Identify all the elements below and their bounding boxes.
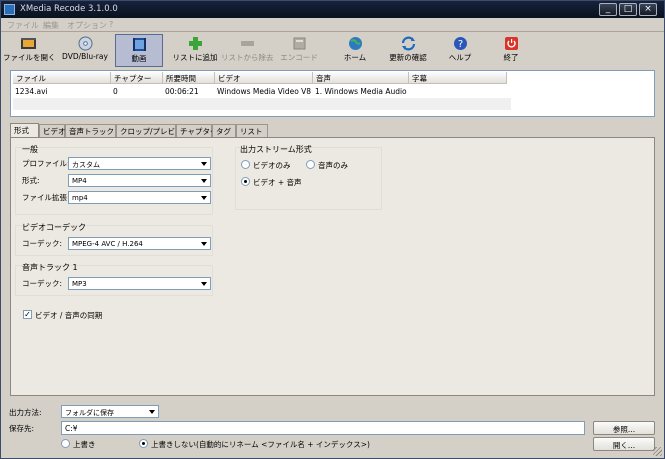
format-panel: 一般 プロファイル: カスタム 形式: MP4 ファイル拡張 mp4 ビデオコー… bbox=[10, 137, 655, 396]
general-group-title: 一般 bbox=[22, 145, 38, 154]
av-sync-label: ビデオ / 音声の同期 bbox=[35, 311, 103, 320]
add-icon bbox=[188, 37, 202, 50]
open-button[interactable]: 開く... bbox=[593, 437, 655, 451]
film-open-icon bbox=[20, 38, 36, 49]
column-header-audio[interactable]: 音声 bbox=[313, 72, 409, 84]
disc-icon bbox=[78, 36, 92, 51]
output-stream-group-title: 出力ストリーム形式 bbox=[240, 145, 312, 154]
video-icon bbox=[132, 38, 146, 51]
remove-from-list-button[interactable]: リストから除去 bbox=[221, 34, 274, 67]
av-sync-checkbox[interactable]: ✓ bbox=[23, 310, 32, 319]
column-header-subtitle[interactable]: 字幕 bbox=[409, 72, 507, 84]
exit-button[interactable]: 終了 bbox=[493, 34, 529, 67]
destination-label: 保存先: bbox=[9, 424, 35, 433]
format-dropdown[interactable]: MP4 bbox=[68, 174, 211, 187]
video-audio-radio[interactable] bbox=[241, 177, 250, 186]
tab-video[interactable]: ビデオ bbox=[39, 124, 66, 137]
help-icon: ? bbox=[453, 37, 467, 50]
toolbar: ファイルを開く DVD/Blu-ray 動画 リストに追加 リストから除去 エン… bbox=[1, 32, 664, 68]
chevron-down-icon bbox=[201, 162, 207, 166]
video-codec-group: ビデオコーデック コーデック: MPEG-4 AVC / H.264 bbox=[15, 223, 213, 256]
window-title: XMedia Recode 3.1.0.0 bbox=[20, 4, 118, 14]
audio-codec-label: コーデック: bbox=[22, 279, 63, 288]
help-button[interactable]: ? ヘルプ bbox=[441, 34, 479, 67]
tab-audio-track[interactable]: 音声トラック 1 bbox=[65, 124, 121, 137]
add-to-list-button[interactable]: リストに追加 bbox=[171, 34, 219, 67]
no-overwrite-label: 上書きしない(自動的にリネーム <ファイル名 + インデックス>) bbox=[151, 440, 370, 449]
format-label: 形式: bbox=[22, 176, 40, 185]
list-stripe bbox=[13, 98, 511, 110]
column-header-video[interactable]: ビデオ bbox=[215, 72, 313, 84]
chevron-down-icon bbox=[201, 179, 207, 183]
resize-grip[interactable] bbox=[653, 447, 662, 456]
cell-video: Windows Media Video V8 ... bbox=[217, 87, 311, 96]
video-codec-label: コーデック: bbox=[22, 239, 63, 248]
output-method-dropdown[interactable]: フォルダに保存 bbox=[61, 405, 159, 418]
video-only-radio[interactable] bbox=[241, 160, 250, 169]
encode-icon bbox=[293, 37, 305, 50]
tab-tag[interactable]: タグ bbox=[212, 124, 236, 137]
cell-audio: 1. Windows Media Audio V... bbox=[315, 87, 407, 96]
audio-only-radio[interactable] bbox=[306, 160, 315, 169]
audio-only-label: 音声のみ bbox=[318, 161, 348, 170]
menu-edit[interactable]: 編集 bbox=[43, 20, 59, 31]
video-codec-group-title: ビデオコーデック bbox=[22, 223, 86, 232]
tab-format[interactable]: 形式 bbox=[10, 123, 39, 138]
menu-bar: ファイル 編集 オプション ? bbox=[1, 18, 664, 32]
globe-icon bbox=[348, 37, 362, 50]
overwrite-label: 上書き bbox=[73, 440, 96, 449]
file-list[interactable]: ファイル チャプター 所要時間 ビデオ 音声 字幕 1234.avi 0 00:… bbox=[10, 70, 655, 117]
check-updates-button[interactable]: 更新の確認 bbox=[385, 34, 431, 67]
power-icon bbox=[504, 37, 518, 50]
chevron-down-icon bbox=[201, 282, 207, 286]
refresh-icon bbox=[401, 36, 415, 51]
column-header-chapter[interactable]: チャプター bbox=[111, 72, 163, 84]
svg-text:?: ? bbox=[457, 39, 462, 50]
close-button[interactable]: × bbox=[639, 3, 657, 16]
browse-button[interactable]: 参照... bbox=[593, 421, 655, 435]
general-group: 一般 プロファイル: カスタム 形式: MP4 ファイル拡張 mp4 bbox=[15, 145, 213, 215]
extension-dropdown[interactable]: mp4 bbox=[68, 191, 211, 204]
cell-chapter: 0 bbox=[113, 87, 118, 96]
chevron-down-icon bbox=[149, 410, 155, 414]
cell-duration: 00:06:21 bbox=[165, 87, 199, 96]
audio-track-group: 音声トラック 1 コーデック: MP3 bbox=[15, 263, 213, 296]
video-button[interactable]: 動画 bbox=[115, 34, 163, 67]
tab-crop-preview[interactable]: クロップ/プレビュー bbox=[116, 124, 190, 137]
maximize-button[interactable]: □ bbox=[619, 3, 637, 16]
tab-chapter[interactable]: チャプター bbox=[176, 124, 217, 137]
video-codec-dropdown[interactable]: MPEG-4 AVC / H.264 bbox=[68, 237, 211, 250]
overwrite-radio[interactable] bbox=[61, 439, 70, 448]
chevron-down-icon bbox=[201, 196, 207, 200]
menu-options[interactable]: オプション bbox=[67, 20, 107, 31]
profile-dropdown[interactable]: カスタム bbox=[68, 157, 211, 170]
menu-file[interactable]: ファイル bbox=[7, 20, 39, 31]
video-only-label: ビデオのみ bbox=[253, 161, 291, 170]
output-method-label: 出力方法: bbox=[9, 408, 42, 417]
title-bar[interactable]: XMedia Recode 3.1.0.0 _ □ × bbox=[1, 1, 664, 18]
video-audio-label: ビデオ + 音声 bbox=[253, 178, 302, 187]
profile-label: プロファイル: bbox=[22, 159, 70, 168]
remove-icon bbox=[240, 41, 254, 46]
output-stream-group: 出力ストリーム形式 ビデオのみ 音声のみ ビデオ + 音声 bbox=[235, 145, 382, 210]
dvd-bluray-button[interactable]: DVD/Blu-ray bbox=[59, 34, 111, 67]
app-icon bbox=[4, 4, 15, 15]
extension-label: ファイル拡張 bbox=[22, 193, 67, 202]
audio-codec-dropdown[interactable]: MP3 bbox=[68, 277, 211, 290]
app-window: XMedia Recode 3.1.0.0 _ □ × ファイル 編集 オプショ… bbox=[0, 0, 665, 459]
chevron-down-icon bbox=[201, 242, 207, 246]
column-header-file[interactable]: ファイル bbox=[13, 72, 111, 84]
encode-button[interactable]: エンコード bbox=[277, 34, 321, 67]
menu-help[interactable]: ? bbox=[109, 20, 113, 29]
minimize-button[interactable]: _ bbox=[599, 3, 617, 16]
open-file-button[interactable]: ファイルを開く bbox=[3, 34, 56, 67]
destination-field[interactable]: C:¥ bbox=[61, 421, 585, 435]
no-overwrite-radio[interactable] bbox=[139, 439, 148, 448]
audio-track-group-title: 音声トラック 1 bbox=[22, 263, 78, 272]
tab-list[interactable]: リスト bbox=[236, 124, 268, 137]
column-header-duration[interactable]: 所要時間 bbox=[163, 72, 215, 84]
cell-file: 1234.avi bbox=[15, 87, 48, 96]
home-button[interactable]: ホーム bbox=[335, 34, 375, 67]
